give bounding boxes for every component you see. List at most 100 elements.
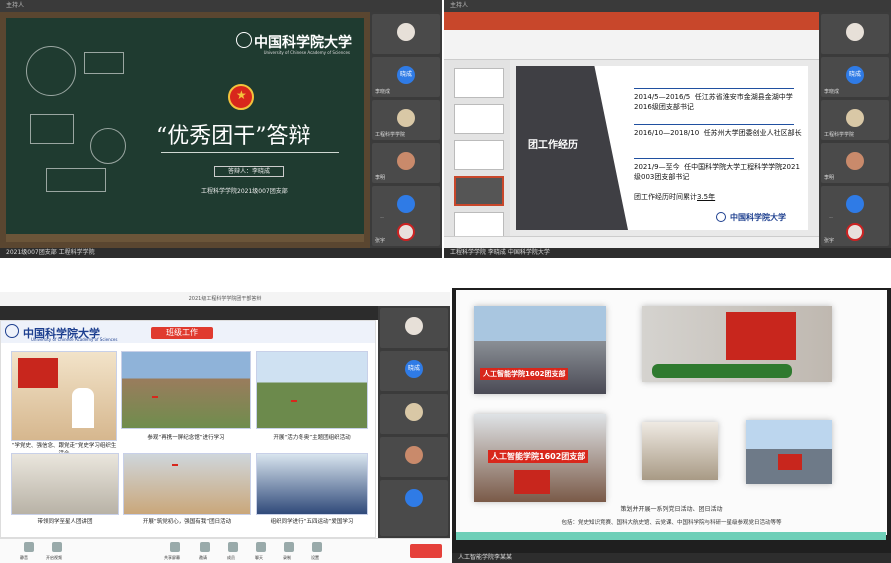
slide-header: 中国科学院大学 University of Chinese Academy of… — [1, 321, 375, 343]
ucas-emblem-icon — [716, 212, 726, 222]
avatar — [846, 152, 864, 170]
banner — [291, 400, 297, 402]
members-icon[interactable] — [228, 542, 238, 552]
photo-caption: 组织同学进行“五四运动”爱国学习 — [270, 519, 354, 525]
meeting-toolbar: 静音 开启视频 共享屏幕 邀请 成员 聊天 录制 设置 — [0, 538, 450, 563]
shared-slide-photos: 人工智能学院1602团支部 人工智能学院1602团支部 策划并开展一系列党日活动… — [456, 290, 887, 535]
participant-tile[interactable]: 张宇 — [821, 218, 889, 246]
participant-tile[interactable]: 李明 — [821, 143, 889, 183]
ucas-logo: 中国科学院大学 — [730, 212, 786, 222]
doodle-clock-icon — [90, 128, 126, 164]
avatar — [846, 109, 864, 127]
experience-total: 团工作经历时间累计3.5年 — [634, 193, 716, 201]
current-slide: 团工作经历 2014/5—2016/5 任江苏省淮安市金湖县金湖中学2016级团… — [516, 66, 808, 230]
doodle-globe-icon — [26, 46, 76, 96]
participant-tile[interactable]: 张宇 — [372, 218, 440, 246]
avatar — [397, 152, 415, 170]
window-titlebar — [0, 306, 378, 320]
slide-thumbnail-pane[interactable] — [444, 60, 510, 242]
photo-caption: 开展“筑党初心，强国有我”团日活动 — [142, 519, 232, 525]
chalk-ledge — [6, 234, 364, 242]
banner — [172, 464, 178, 466]
participant-tile[interactable]: 工程科学学院 — [821, 100, 889, 140]
party-flag-icon — [514, 470, 550, 494]
settings-icon[interactable] — [312, 542, 322, 552]
record-icon[interactable] — [284, 542, 294, 552]
shared-slide: 中国科学院大学 University of Chinese Academy of… — [0, 320, 376, 538]
photo-party-flag-speech — [642, 306, 832, 382]
chat-icon[interactable] — [256, 542, 266, 552]
banner — [152, 396, 158, 398]
participant-tile[interactable]: 晓成 李晓成 — [372, 57, 440, 97]
ucas-logo-en: University of Chinese Academy of Science… — [263, 50, 350, 55]
invite-icon[interactable] — [200, 542, 210, 552]
avatar — [405, 489, 423, 507]
share-screen-icon[interactable] — [170, 542, 180, 552]
photo-classroom — [11, 453, 119, 515]
meeting-title: 2021级工程科学学院团干部答辩 — [0, 292, 450, 306]
avatar — [397, 223, 415, 241]
banner: 人工智能学院1602团支部 — [480, 368, 569, 380]
participant-view-2[interactable]: 主持人 团工作经历 2014/5—2016/5 任江苏省淮安市金湖县金湖中学20… — [444, 0, 891, 258]
slide-thumbnail[interactable] — [454, 104, 504, 134]
microphone-icon[interactable] — [24, 542, 34, 552]
photo-caption: 参观“再携一屏纪念馆”进行学习 — [147, 435, 225, 441]
photo-group-banner: 人工智能学院1602团支部 — [474, 414, 606, 502]
ppt-titlebar — [444, 12, 819, 30]
participant-view-4[interactable]: 人工智能学院1602团支部 人工智能学院1602团支部 策划并开展一系列党日活动… — [452, 288, 891, 563]
doodle-book-icon — [84, 52, 124, 74]
youth-league-badge-icon — [228, 84, 254, 110]
flag-icon — [18, 358, 58, 388]
avatar: 晓成 — [397, 66, 415, 84]
slide-caption: 策划并开展一系列党日活动、团日活动 — [620, 506, 723, 513]
slide-section-title: 团工作经历 — [528, 140, 578, 151]
participant-tile[interactable] — [380, 308, 448, 348]
participant-tile[interactable] — [380, 480, 448, 520]
participant-tile[interactable] — [380, 437, 448, 477]
slide-caption-detail: 包括：党史知识竞赛、国科大航史馆、云党课、中国科学院与科研一星级参观党日活动等等 — [561, 520, 782, 526]
participant-name-bar: 2021级007团支部 工程科学学院 — [0, 248, 442, 258]
participant-tile[interactable]: 晓成 — [380, 351, 448, 391]
participant-tile[interactable] — [380, 394, 448, 434]
person — [72, 388, 94, 428]
slide-thumbnail-selected[interactable] — [454, 176, 504, 206]
ppt-ribbon-toolbar[interactable] — [444, 30, 819, 60]
window-titlebar: 主持人 — [0, 0, 442, 12]
participant-tile[interactable]: 工程科学学院 — [372, 100, 440, 140]
slide-thumbnail[interactable] — [454, 140, 504, 170]
photo-group-banner — [123, 453, 251, 515]
section-title: 班级工作 — [151, 327, 213, 339]
avatar — [397, 109, 415, 127]
shared-slide-chalkboard: 中国科学院大学 University of Chinese Academy of… — [0, 12, 370, 248]
doodle-chart-icon — [46, 168, 106, 192]
experience-item: 2021/9—至今 任中国科学院大学工程科学学院2021级003团支部书记 — [634, 163, 800, 181]
participant-sidebar: 晓成李晓成 工程科学学院 李明 王鹏 张宇 — [819, 12, 891, 248]
ucas-logo-en: University of Chinese Academy of Science… — [31, 337, 118, 342]
participant-tile[interactable]: 李明 — [372, 143, 440, 183]
participant-tile[interactable] — [372, 14, 440, 54]
participant-view-3[interactable]: 2021级工程科学学院团干部答辩 中国科学院大学 University of C… — [0, 292, 450, 563]
avatar: 晓成 — [846, 66, 864, 84]
ucas-emblem-icon — [5, 324, 19, 338]
party-flag-icon — [726, 312, 796, 360]
participant-tile[interactable] — [380, 516, 448, 536]
divider — [634, 158, 794, 159]
participant-tile[interactable] — [821, 14, 889, 54]
slide-title: “优秀团干”答辩 — [156, 124, 311, 149]
divider — [634, 124, 794, 125]
participant-view-1[interactable]: 主持人 中国科学院大学 University of Chinese Academ… — [0, 0, 442, 258]
camera-icon[interactable] — [52, 542, 62, 552]
video-feed — [397, 23, 415, 41]
avatar — [405, 446, 423, 464]
ucas-logo: 中国科学院大学 — [254, 35, 352, 51]
avatar — [846, 223, 864, 241]
participant-tile[interactable]: 晓成 李晓成 — [821, 57, 889, 97]
window-titlebar: 主持人 — [444, 0, 891, 12]
ppt-statusbar — [444, 236, 819, 248]
end-meeting-button[interactable] — [410, 544, 442, 558]
slide-footer-bar — [456, 532, 886, 540]
meeting-grid: 主持人 中国科学院大学 University of Chinese Academ… — [0, 0, 891, 563]
avatar — [405, 403, 423, 421]
photo-caption: 开展“活力冬奥”主题团组织活动 — [273, 435, 351, 441]
slide-thumbnail[interactable] — [454, 68, 504, 98]
